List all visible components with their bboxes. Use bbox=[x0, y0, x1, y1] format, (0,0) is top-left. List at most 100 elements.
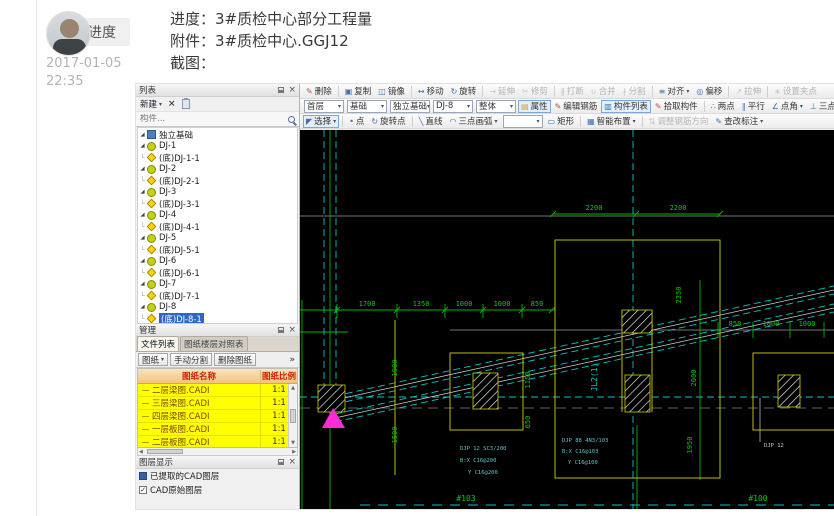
close-icon[interactable]: × bbox=[288, 325, 296, 335]
scroll-down-icon[interactable]: ▼ bbox=[291, 440, 295, 446]
toolbar-button-edit-annotation[interactable]: ✎ 查改标注 ▾ bbox=[712, 115, 766, 128]
toolbar-button-trim[interactable]: ✂ 修剪 bbox=[519, 85, 551, 98]
tree-expander-icon[interactable]: ◢ bbox=[138, 258, 147, 264]
toolbar-button-select[interactable]: ◤ 选择 ▾ bbox=[303, 114, 340, 128]
tree-parent-item[interactable]: ◢ DJ-2 bbox=[138, 164, 297, 176]
layer-select-combo[interactable]: ▾ bbox=[502, 114, 543, 128]
toolbar-button-align[interactable]: ≡ 对齐 ▾ bbox=[656, 85, 693, 98]
table-row[interactable]: 四层梁图.CADI 1:1 bbox=[138, 410, 297, 423]
toolbar-button-offset[interactable]: ◎ 偏移 bbox=[693, 85, 725, 98]
component-tree[interactable]: ◢ 独立基础 ◢ DJ-1 └ (底)DJ-1-1 ◢ DJ-2 └ (底)DJ-2-1 ◢ DJ-3… bbox=[137, 127, 298, 324]
table-row[interactable]: 二层梁图.CADI 1:1 bbox=[138, 384, 297, 397]
toolbar-button-stretch[interactable]: ↗ 拉伸 bbox=[732, 85, 764, 98]
tree-expander-icon[interactable]: ◢ bbox=[138, 132, 147, 138]
toolbar-overflow-icon[interactable]: » bbox=[289, 355, 297, 365]
tree-parent-item[interactable]: ◢ DJ-8 bbox=[138, 302, 297, 314]
toolbar-button-grip[interactable]: ∗ 设置夹点 bbox=[771, 85, 820, 98]
tree-child-item[interactable]: └ (底)DJ-4-1 bbox=[138, 221, 297, 233]
delete-component-button[interactable]: × bbox=[168, 99, 176, 109]
tree-expander-icon[interactable]: ◢ bbox=[138, 143, 147, 149]
toolbar-button-rotate-point[interactable]: ↻ 旋转点 bbox=[368, 115, 408, 128]
pin-icon[interactable] bbox=[278, 327, 285, 333]
attachment-line[interactable]: 附件：3#质检中心.GGJ12 bbox=[170, 30, 372, 52]
layer-select-combo[interactable]: DJ-8 ▾ bbox=[433, 99, 473, 113]
layer-select-combo[interactable]: 基础 ▾ bbox=[347, 99, 387, 113]
toolbar-button-rect[interactable]: ▭ 矩形 bbox=[545, 115, 578, 128]
scrollbar-thumb[interactable] bbox=[290, 408, 296, 423]
toolbar-button-properties[interactable]: ▤ 属性 bbox=[518, 99, 551, 113]
toolbar-button-split[interactable]: ∤ 分割 bbox=[620, 85, 649, 98]
tree-parent-item[interactable]: ◢ DJ-7 bbox=[138, 279, 297, 291]
layer-select-combo[interactable]: 整体 ▾ bbox=[476, 99, 516, 113]
search-icon[interactable] bbox=[288, 115, 295, 123]
manual-split-button[interactable]: 手动分割 bbox=[170, 353, 213, 366]
tree-child-item[interactable]: └ (底)DJ-2-1 bbox=[138, 175, 297, 187]
layer-option[interactable]: ✓ CAD原始图层 bbox=[136, 483, 299, 497]
toolbar-button-extend[interactable]: → 延伸 bbox=[486, 85, 518, 98]
tree-child-item[interactable]: └ (底)DJ-3-1 bbox=[138, 198, 297, 210]
tree-parent-item[interactable]: ◢ DJ-1 bbox=[138, 141, 297, 153]
tree-root-item[interactable]: ◢ 独立基础 bbox=[138, 129, 297, 141]
tree-parent-item[interactable]: ◢ DJ-6 bbox=[138, 256, 297, 268]
layer-select-combo[interactable]: 首层 ▾ bbox=[304, 99, 344, 113]
table-row[interactable]: 三层梁图.CADI 1:1 bbox=[138, 397, 297, 410]
toolbar-button-delete[interactable]: ✎ 删除 bbox=[303, 85, 335, 98]
horizontal-scrollbar[interactable]: ◀ ▶ bbox=[137, 448, 298, 456]
toolbar-button-smart-layout[interactable]: ▦ 智能布置 ▾ bbox=[584, 115, 639, 128]
tree-parent-item[interactable]: ◢ DJ-4 bbox=[138, 210, 297, 222]
tree-parent-item[interactable]: ◢ DJ-5 bbox=[138, 233, 297, 245]
close-icon[interactable]: × bbox=[288, 457, 296, 467]
copy-component-icon[interactable] bbox=[181, 98, 190, 109]
toolbar-button-edit-rebar[interactable]: ✎ 编辑钢筋 bbox=[552, 100, 601, 113]
toolbar-button-parallel[interactable]: ∥ 平行 bbox=[739, 100, 768, 113]
tab-file-list[interactable]: 文件列表 bbox=[137, 336, 180, 351]
component-search-input[interactable] bbox=[140, 114, 286, 124]
tree-child-item[interactable]: └ (底)DJ-1-1 bbox=[138, 152, 297, 164]
toolbar-button-move[interactable]: ↔ 移动 bbox=[415, 85, 447, 98]
tree-child-item[interactable]: └ (底)DJ-5-1 bbox=[138, 244, 297, 256]
toolbar-button-break[interactable]: ∦ 打断 bbox=[558, 85, 587, 98]
tree-parent-item[interactable]: ◢ DJ-3 bbox=[138, 187, 297, 199]
pin-icon[interactable] bbox=[278, 459, 285, 465]
checkbox-icon[interactable]: ✓ bbox=[139, 486, 147, 494]
toolbar-button-rotate[interactable]: ↻ 旋转 bbox=[448, 85, 480, 98]
layer-option[interactable]: 已提取的CAD图层 bbox=[136, 469, 299, 483]
toolbar-button-two-point[interactable]: ∴ 两点 bbox=[708, 100, 738, 113]
toolbar-button-pick[interactable]: ✎ 拾取构件 bbox=[652, 100, 701, 113]
toolbar-button-component-list[interactable]: ▥ 构件列表 bbox=[601, 99, 651, 113]
toolbar-button-three-point-axis[interactable]: ⊥三点辅轴▾ bbox=[807, 100, 834, 113]
tree-child-item[interactable]: └ (底)DJ-7-1 bbox=[138, 290, 297, 302]
scrollbar-thumb[interactable] bbox=[147, 449, 183, 454]
toolbar-button-mirror[interactable]: ◫ 镜像 bbox=[375, 85, 408, 98]
avatar[interactable] bbox=[46, 11, 91, 56]
cad-canvas[interactable]: 2200 2200 1700 1350 1000 1000 850 850 1000 1000 23… bbox=[300, 130, 834, 509]
pin-icon[interactable] bbox=[278, 87, 285, 93]
tree-expander-icon[interactable]: ◢ bbox=[138, 189, 147, 195]
add-drawing-button[interactable]: 图纸 ▾ bbox=[138, 353, 169, 366]
table-row[interactable]: 二层板图.CADI 1:1 bbox=[138, 436, 297, 447]
toolbar-button-merge[interactable]: ∪ 合并 bbox=[588, 85, 619, 98]
tab-floor-mapping[interactable]: 图纸楼层对照表 bbox=[180, 336, 248, 351]
tree-expander-icon[interactable]: ◢ bbox=[138, 212, 147, 218]
layer-select-combo[interactable]: 独立基础 ▾ bbox=[390, 99, 430, 113]
tree-child-item[interactable]: └ (底)DJ-8-1 bbox=[138, 312, 297, 323]
delete-drawing-button[interactable]: 删除图纸 bbox=[214, 353, 257, 366]
toolbar-button-arc[interactable]: ◠ 三点画弧 ▾ bbox=[446, 115, 500, 128]
toolbar-button-adjust-rebar[interactable]: ⇅ 调整钢筋方向 bbox=[646, 115, 712, 128]
toolbar-button-copy[interactable]: ▣ 复制 bbox=[342, 85, 375, 98]
new-component-button[interactable]: 新建 ▾ bbox=[140, 98, 162, 110]
tree-expander-icon[interactable]: ◢ bbox=[138, 235, 147, 241]
scroll-right-icon[interactable]: ▶ bbox=[292, 449, 296, 455]
table-row[interactable]: 一层板图.CADI 1:1 bbox=[138, 423, 297, 436]
tree-expander-icon[interactable]: ◢ bbox=[138, 281, 147, 287]
tree-child-item[interactable]: └ (底)DJ-6-1 bbox=[138, 267, 297, 279]
toolbar-button-line[interactable]: ╲ 直线 bbox=[416, 115, 446, 128]
toolbar-button-point-angle[interactable]: ∠ 点角 ▾ bbox=[769, 100, 806, 113]
tree-expander-icon[interactable]: ◢ bbox=[138, 304, 147, 310]
scroll-left-icon[interactable]: ◀ bbox=[139, 449, 143, 455]
checkbox-icon[interactable] bbox=[139, 472, 147, 480]
scroll-up-icon[interactable]: ▲ bbox=[291, 385, 295, 391]
toolbar-button-point[interactable]: • 点 bbox=[346, 115, 367, 128]
vertical-scrollbar[interactable]: ▲ ▼ bbox=[288, 384, 297, 447]
close-icon[interactable]: × bbox=[288, 85, 296, 95]
